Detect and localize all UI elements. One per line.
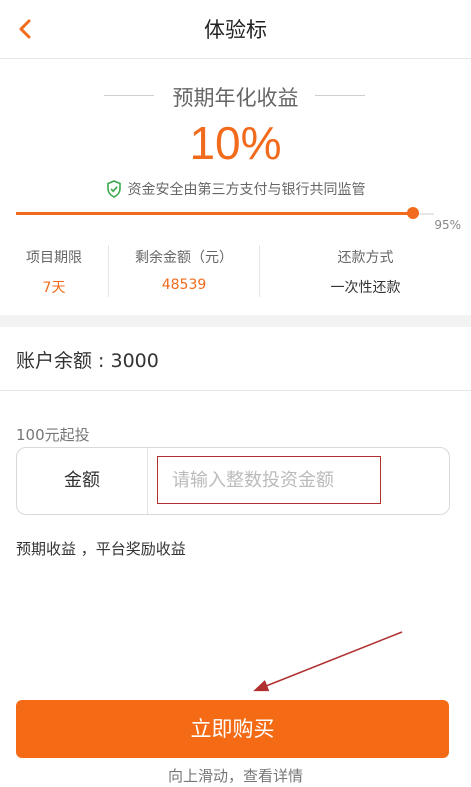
shield-check-icon — [106, 180, 121, 198]
stat-remaining: 剩余金额（元） 48539 — [109, 241, 259, 305]
annual-rate: 10% — [189, 117, 282, 169]
safety-text: 资金安全由第三方支付与银行共同监管 — [127, 182, 366, 198]
progress-percent: 95% — [434, 218, 461, 232]
account-balance: 账户余额 : 3000 — [16, 350, 159, 372]
stat-repayment: 还款方式 一次性还款 — [260, 241, 471, 305]
funding-progress — [16, 207, 434, 221]
stat-term: 项目期限 7天 — [0, 241, 108, 305]
stat-term-label: 项目期限 — [26, 250, 82, 266]
buy-now-button[interactable]: 立即购买 — [16, 700, 449, 758]
page-title: 体验标 — [204, 18, 267, 42]
progress-fill — [16, 212, 413, 215]
amount-label: 金额 — [17, 448, 148, 514]
scroll-hint: 向上滑动，查看详情 — [167, 767, 303, 785]
amount-input-group: 金额 — [16, 447, 450, 515]
expected-earnings: 预期收益 ，平台奖励收益 — [16, 540, 186, 558]
yield-label-row: 预期年化收益 — [0, 81, 471, 111]
header-bar: 体验标 — [0, 0, 471, 59]
yield-label-line-right — [315, 95, 365, 96]
yield-section: 预期年化收益 10% 资金安全由第三方支付与银行共同监管 95% 项目期限 7天… — [0, 59, 471, 315]
section-gap — [0, 315, 471, 327]
amount-input[interactable] — [157, 456, 381, 504]
safety-notice: 资金安全由第三方支付与银行共同监管 — [0, 179, 471, 199]
stat-remaining-value: 48539 — [161, 277, 207, 293]
stat-term-value: 7天 — [42, 280, 66, 296]
progress-knob — [407, 207, 419, 219]
stats-row: 项目期限 7天 剩余金额（元） 48539 还款方式 一次性还款 — [0, 241, 471, 305]
yield-label: 预期年化收益 — [172, 86, 299, 110]
stat-remaining-label: 剩余金额（元） — [135, 250, 233, 266]
section-divider — [0, 390, 471, 391]
stat-repayment-value: 一次性还款 — [330, 280, 401, 296]
stat-repayment-label: 还款方式 — [337, 250, 394, 266]
minimum-investment: 100元起投 — [16, 426, 90, 444]
